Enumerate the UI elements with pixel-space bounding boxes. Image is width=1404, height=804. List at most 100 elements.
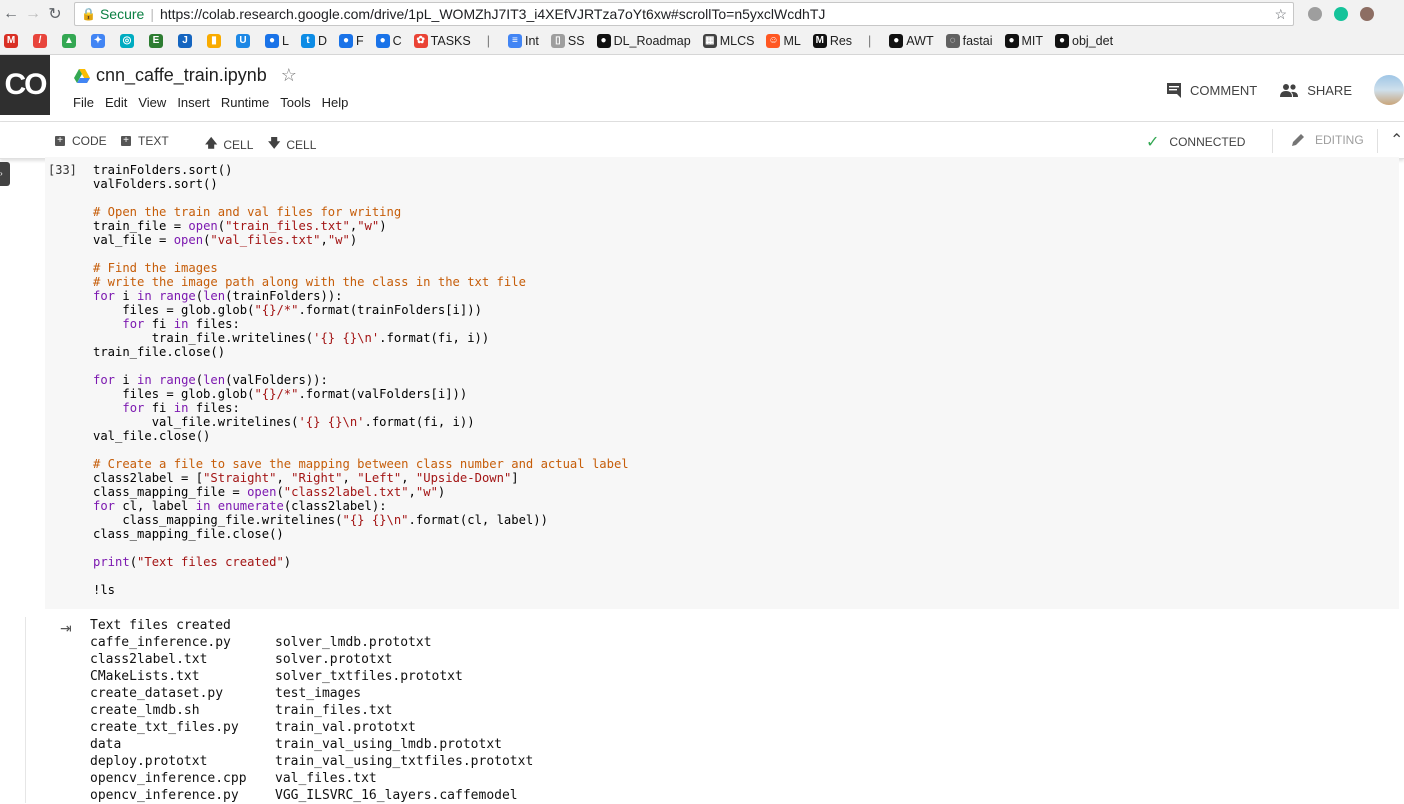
code-token: i bbox=[115, 289, 138, 303]
code-token: "val_files.txt" bbox=[210, 233, 321, 247]
bookmark-item[interactable]: M bbox=[4, 34, 21, 48]
bookmark-item[interactable]: ● DL_Roadmap bbox=[596, 34, 691, 48]
output-exit-icon[interactable]: ⇥ bbox=[60, 620, 72, 637]
menu-runtime[interactable]: Runtime bbox=[221, 95, 269, 110]
code-token: "{} {}\n" bbox=[342, 513, 409, 527]
comment-button[interactable]: COMMENT bbox=[1166, 82, 1257, 98]
bookmark-item[interactable]: ◌ fastai bbox=[945, 34, 993, 48]
bookmark-item[interactable]: ● C bbox=[375, 34, 402, 48]
bookmark-icon: M bbox=[4, 34, 18, 48]
code-cell[interactable]: [33] trainFolders.sort() valFolders.sort(… bbox=[45, 157, 1399, 609]
url-text[interactable]: https://colab.research.google.com/drive/… bbox=[160, 6, 825, 22]
code-token: '{} {}\n' bbox=[298, 415, 365, 429]
bookmark-item[interactable]: ≡ Int bbox=[507, 34, 539, 48]
code-token: ) bbox=[437, 485, 446, 499]
share-label: SHARE bbox=[1307, 82, 1352, 98]
output-line: Text files created bbox=[90, 618, 231, 633]
editing-mode-button[interactable]: EDITING bbox=[1290, 132, 1364, 148]
bookmark-item[interactable]: U bbox=[236, 34, 253, 48]
bookmark-item[interactable]: ▮ bbox=[207, 34, 224, 48]
code-token: ] bbox=[511, 471, 519, 485]
bookmark-star-icon[interactable]: ☆ bbox=[1274, 6, 1287, 23]
code-token: files = glob.glob( bbox=[93, 387, 255, 401]
code-token: for bbox=[122, 401, 145, 415]
bookmark-icon: M bbox=[812, 34, 827, 48]
output-file-name: caffe_inference.py bbox=[90, 635, 231, 650]
move-cell-up-button[interactable]: 🡅 CELL bbox=[205, 134, 253, 155]
bookmark-item[interactable]: ☺ ML bbox=[766, 34, 801, 48]
menu-tools[interactable]: Tools bbox=[280, 95, 310, 110]
bookmark-item[interactable]: M Res bbox=[812, 34, 852, 48]
colab-logo[interactable]: CO bbox=[0, 55, 50, 115]
address-bar[interactable]: 🔒 Secure | https://colab.research.google… bbox=[74, 2, 1294, 26]
bookmark-icon: ▦ bbox=[702, 34, 717, 48]
collapse-header-icon[interactable]: ⌃ bbox=[1390, 130, 1403, 150]
bookmark-item[interactable]: ● F bbox=[338, 34, 364, 48]
code-token: , bbox=[276, 471, 292, 485]
execution-count: [33] bbox=[48, 163, 77, 177]
bookmark-item[interactable]: J bbox=[178, 34, 195, 48]
bookmark-icon: J bbox=[178, 34, 192, 48]
menu-edit[interactable]: Edit bbox=[105, 95, 127, 110]
owl-extension-icon[interactable] bbox=[1360, 7, 1374, 21]
add-text-button[interactable]: + TEXT bbox=[121, 134, 169, 148]
bookmark-item[interactable]: ▯ SS bbox=[550, 34, 585, 48]
extension-icon[interactable] bbox=[1308, 7, 1322, 21]
bookmark-item[interactable]: tD bbox=[300, 34, 327, 48]
bookmark-item[interactable]: ● AWT bbox=[889, 34, 934, 48]
bookmark-item[interactable]: ● L bbox=[265, 34, 289, 48]
code-token: # Find the images bbox=[93, 261, 218, 275]
code-token: len bbox=[203, 373, 226, 387]
add-code-label: CODE bbox=[72, 134, 107, 148]
bookmark-icon: ● bbox=[338, 34, 353, 48]
sidebar-toggle-icon[interactable]: › bbox=[0, 162, 10, 186]
lock-icon: 🔒 bbox=[81, 7, 96, 21]
code-token: ) bbox=[379, 219, 387, 233]
share-button[interactable]: SHARE bbox=[1279, 83, 1352, 98]
reload-icon[interactable]: ↻ bbox=[44, 4, 66, 24]
output-file-name: create_dataset.py bbox=[90, 686, 224, 701]
bookmark-item[interactable]: ◎ bbox=[120, 34, 137, 48]
bookmark-item[interactable]: ▦ MLCS bbox=[702, 34, 754, 48]
bookmark-item[interactable]: ● obj_det bbox=[1055, 34, 1113, 48]
code-token: enumerate bbox=[217, 499, 284, 513]
bookmark-item[interactable]: ▲ bbox=[62, 34, 79, 48]
cell-down-label: CELL bbox=[286, 137, 317, 152]
bookmark-item[interactable]: ● MIT bbox=[1004, 34, 1043, 48]
code-token: .format(trainFolders[i])) bbox=[298, 303, 482, 317]
bookmark-separator: | bbox=[868, 34, 872, 48]
bookmark-label: fastai bbox=[962, 34, 993, 48]
forward-icon[interactable]: → bbox=[22, 5, 44, 23]
move-cell-down-button[interactable]: 🡇 CELL bbox=[268, 134, 316, 155]
code-token: ) bbox=[283, 555, 292, 569]
code-token: train_file = bbox=[93, 219, 189, 233]
bookmark-icon: ▮ bbox=[207, 34, 221, 48]
code-token: cl, label bbox=[115, 499, 196, 513]
bookmark-item[interactable]: E bbox=[149, 34, 166, 48]
connection-status-label: CONNECTED bbox=[1169, 135, 1246, 149]
menu-bar: File Edit View Insert Runtime Tools Help bbox=[73, 95, 348, 110]
menu-help[interactable]: Help bbox=[322, 95, 349, 110]
star-icon[interactable]: ☆ bbox=[281, 65, 297, 86]
menu-view[interactable]: View bbox=[138, 95, 166, 110]
code-editor[interactable]: trainFolders.sort() valFolders.sort() # Op… bbox=[93, 163, 629, 597]
code-token: for bbox=[93, 289, 116, 303]
extensions bbox=[1308, 7, 1374, 21]
grammarly-icon[interactable] bbox=[1334, 7, 1348, 21]
notebook-title[interactable]: cnn_caffe_train.ipynb bbox=[96, 65, 267, 86]
avatar[interactable] bbox=[1374, 75, 1404, 105]
check-icon: ✓ bbox=[1146, 134, 1160, 151]
menu-insert[interactable]: Insert bbox=[177, 95, 210, 110]
connection-status[interactable]: ✓ CONNECTED bbox=[1146, 132, 1245, 152]
add-code-button[interactable]: + CODE bbox=[55, 134, 107, 148]
code-line: print("Text files created") bbox=[93, 555, 629, 569]
back-icon[interactable]: ← bbox=[0, 5, 22, 23]
bookmark-item[interactable]: ✦ bbox=[91, 34, 108, 48]
bookmark-item[interactable]: / bbox=[33, 34, 50, 48]
menu-file[interactable]: File bbox=[73, 95, 94, 110]
code-token: .format(valFolders[i])) bbox=[298, 387, 468, 401]
bookmark-item[interactable]: ✿ TASKS bbox=[413, 34, 471, 48]
pencil-icon bbox=[1292, 134, 1304, 146]
